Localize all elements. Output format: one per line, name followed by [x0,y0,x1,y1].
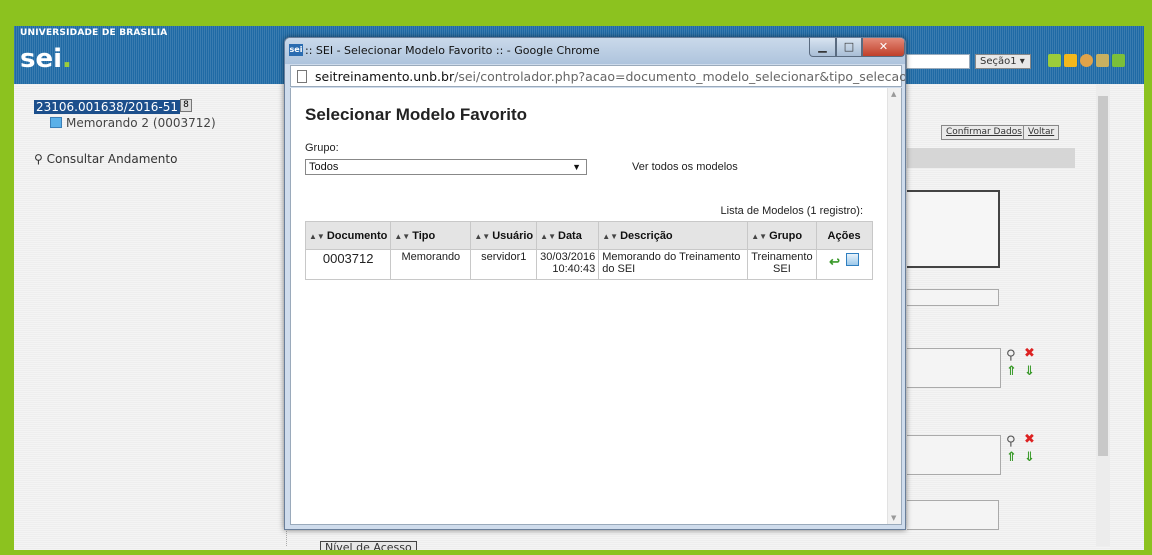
chevron-down-icon: ▼ [572,162,581,172]
page-scrollbar[interactable] [1096,84,1110,546]
edit-model-icon[interactable] [846,253,860,266]
cell-data: 30/03/2016 10:40:43 [536,249,600,280]
search-icon: ⚲ [34,152,47,166]
university-name: UNIVERSIDADE DE BRASILIA [20,28,168,38]
interessados-list[interactable] [907,348,1001,388]
exit-icon[interactable] [1112,54,1125,67]
sort-icon: ▲▼ [474,231,491,241]
col-header-data[interactable]: ▲▼ Data [536,221,600,250]
document-tree-label: Memorando 2 (0003712) [66,116,216,130]
search-input[interactable] [906,54,970,69]
sort-icon: ▲▼ [394,231,411,241]
user-icon[interactable] [1080,54,1093,67]
col-header-tipo[interactable]: ▲▼ Tipo [390,221,472,250]
cell-data-time: 10:40:43 [552,263,596,275]
cell-tipo: Memorando [390,249,472,280]
col-header-acoes: Ações [815,221,873,250]
table-header-row: ▲▼ Documento ▲▼ Tipo ▲▼ Usuário ▲▼ Data ▲▼ De… [304,221,873,250]
col-header-usuario[interactable]: ▲▼ Usuário [470,221,538,250]
grupo-select[interactable]: Todos ▼ [305,159,587,175]
models-table: ▲▼ Documento ▲▼ Tipo ▲▼ Usuário ▲▼ Data ▲▼ De… [304,221,873,280]
move-up-icon[interactable]: ⇑ [1006,364,1017,379]
table-caption: Lista de Modelos (1 registro): [720,205,863,217]
move-down-icon[interactable]: ⇓ [1024,450,1035,465]
window-titlebar[interactable]: sei :: SEI - Selecionar Modelo Favorito … [285,38,905,64]
logo-text: sei [20,44,63,74]
chevron-down-icon: ▾ [1019,56,1025,67]
cell-descricao: Memorando do Treinamento do SEI [598,249,749,280]
scroll-down-icon[interactable]: ▼ [891,514,896,522]
col-label: Documento [326,229,388,242]
tools-icon[interactable] [1096,54,1109,67]
col-label: Data [558,229,582,242]
move-up-icon[interactable]: ⇑ [1006,450,1017,465]
cell-documento[interactable]: 0003712 [304,249,392,280]
page-icon [297,70,307,83]
confirm-button[interactable]: Confirmar Dados [941,125,1027,140]
form-field[interactable] [907,500,999,530]
sort-icon: ▲▼ [540,231,556,241]
maximize-button[interactable]: □ [836,38,862,57]
sort-icon: ▲▼ [309,231,325,241]
form-field[interactable] [907,289,999,306]
minimize-button[interactable]: ▁ [809,38,836,57]
remove-icon[interactable]: ✖ [1024,346,1035,361]
table-row: 0003712 Memorando servidor1 30/03/2016 1… [304,249,873,280]
col-header-descricao[interactable]: ▲▼ Descrição [598,221,749,250]
grupo-label: Grupo: [305,142,339,154]
move-down-icon[interactable]: ⇓ [1024,364,1035,379]
access-level-legend: Nível de Acesso [320,541,417,550]
form-box [907,190,1000,268]
document-icon [50,117,62,128]
popup-window: sei :: SEI - Selecionar Modelo Favorito … [284,37,906,530]
section-bar [907,148,1075,168]
process-badge: 8 [180,99,192,112]
col-header-documento[interactable]: ▲▼ Documento [304,221,392,250]
process-tree-node[interactable]: 23106.001638/2016-51 [34,100,180,114]
cell-usuario: servidor1 [470,249,538,280]
address-bar[interactable]: seitreinamento.unb.br/sei/controlador.ph… [290,65,905,87]
cell-grupo: Treinamento SEI [747,249,817,280]
destinatarios-list[interactable] [907,435,1001,475]
search-icon[interactable]: ⚲ [1006,348,1016,363]
section-select[interactable]: Seção1 ▾ [975,54,1031,69]
url-path: /sei/controlador.php?acao=documento_mode… [454,69,906,84]
col-label: Descrição [620,229,673,242]
scroll-up-icon[interactable]: ▲ [891,90,896,98]
grupo-select-value: Todos [309,161,339,173]
cell-acoes: ↩ [815,249,873,280]
remove-icon[interactable]: ✖ [1024,432,1035,447]
close-button[interactable]: ✕ [862,38,905,57]
content-scrollbar[interactable]: ▲ ▼ [887,88,901,524]
select-model-icon[interactable]: ↩ [829,254,840,270]
search-icon[interactable]: ⚲ [1006,434,1016,449]
notes-icon[interactable] [1064,54,1077,67]
consult-andamento-link[interactable]: ⚲ Consultar Andamento [34,152,177,166]
cell-data-date: 30/03/2016 [540,251,596,263]
logo-dot: . [62,44,72,74]
grid-icon[interactable] [1048,54,1061,67]
section-select-value: Seção1 [980,56,1017,67]
scrollbar-thumb[interactable] [1098,96,1108,456]
window-title: :: SEI - Selecionar Modelo Favorito :: -… [305,44,600,57]
col-label: Tipo [412,229,436,242]
sei-favicon-icon: sei [289,44,303,56]
col-label: Usuário [492,229,534,242]
document-tree-node[interactable]: Memorando 2 (0003712) [50,116,216,130]
popup-content: Selecionar Modelo Favorito Grupo: Todos … [290,88,902,525]
ver-todos-link[interactable]: Ver todos os modelos [632,161,738,173]
back-button[interactable]: Voltar [1023,125,1060,140]
sort-icon: ▲▼ [602,231,619,241]
col-label: Grupo [769,229,803,242]
page-title: Selecionar Modelo Favorito [305,105,527,124]
col-header-grupo[interactable]: ▲▼ Grupo [747,221,817,250]
col-label: Ações [827,229,861,242]
url-host: seitreinamento.unb.br [315,69,455,84]
sort-icon: ▲▼ [751,231,768,241]
sei-logo: sei. [20,44,72,74]
url-text: seitreinamento.unb.br/sei/controlador.ph… [315,69,906,84]
consult-andamento-label: Consultar Andamento [46,152,178,166]
